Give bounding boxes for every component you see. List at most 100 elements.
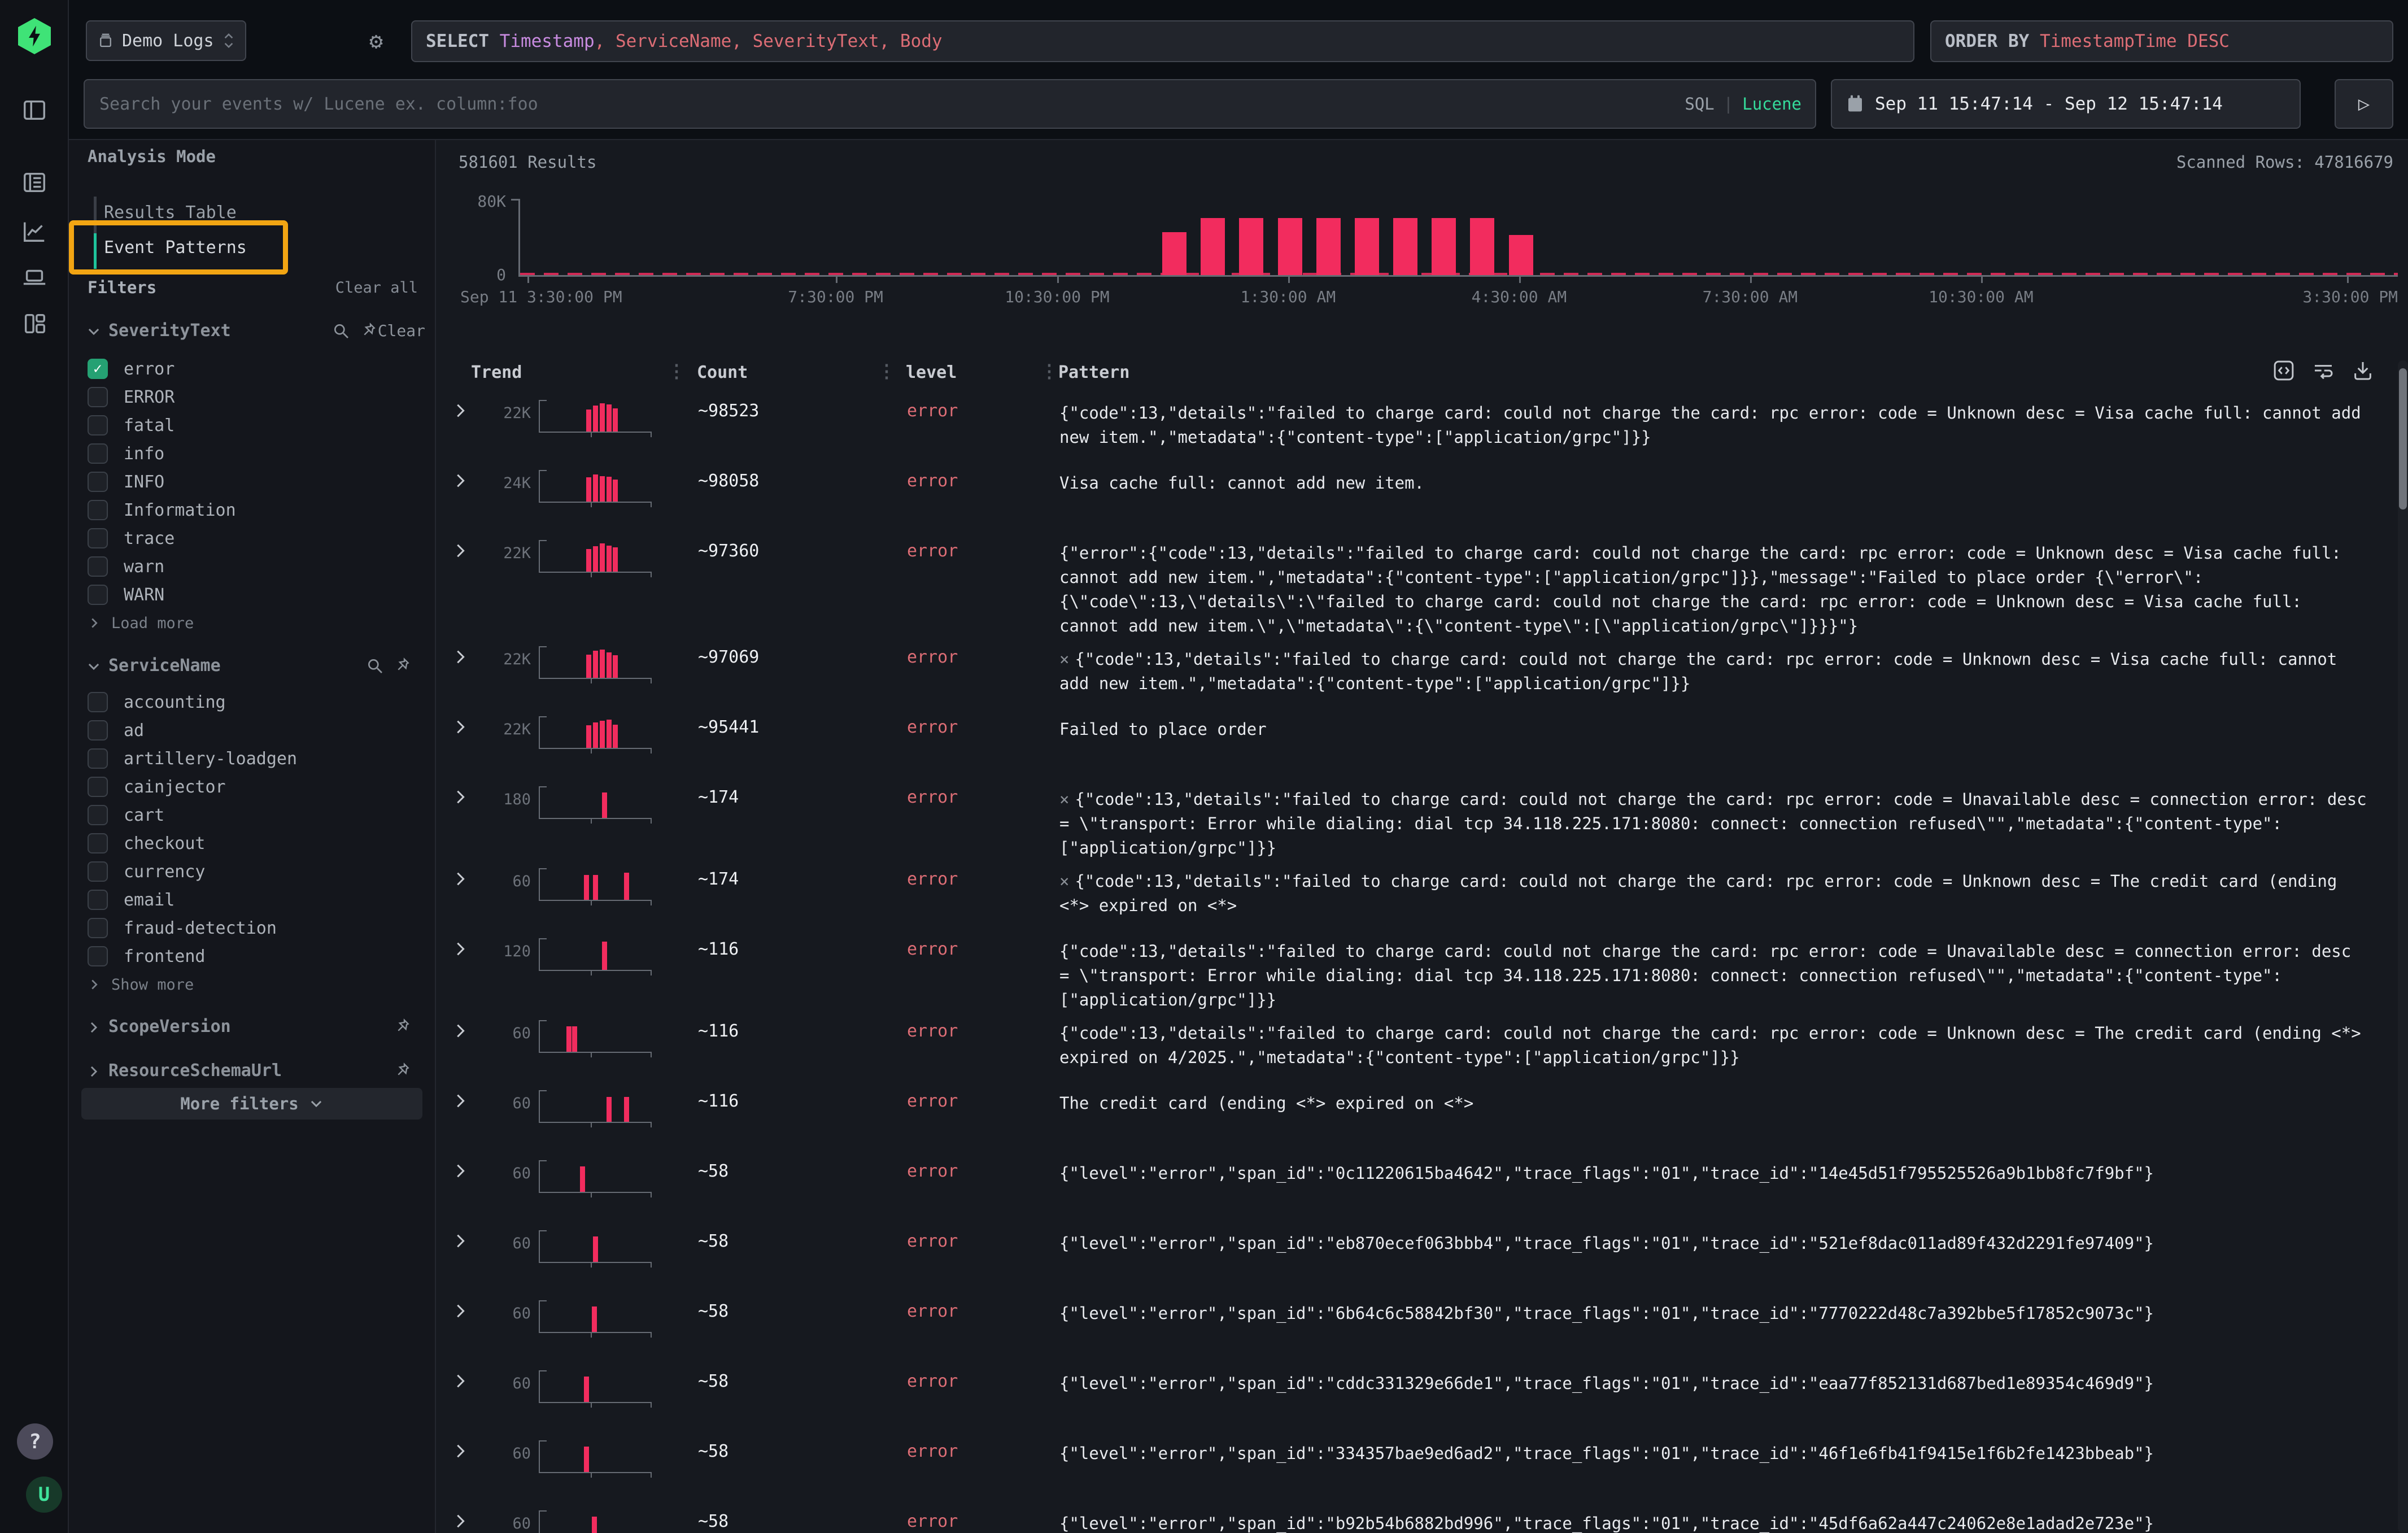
filter-option-cart[interactable]: cart — [68, 801, 435, 829]
row-expand-chevron-icon[interactable] — [437, 467, 477, 489]
row-expand-chevron-icon[interactable] — [437, 1157, 477, 1179]
row-expand-chevron-icon[interactable] — [437, 1087, 477, 1109]
dismiss-pattern-icon[interactable]: × — [1059, 872, 1069, 891]
column-menu-icon[interactable]: ⋮ — [878, 360, 896, 382]
dismiss-pattern-icon[interactable]: × — [1059, 650, 1069, 669]
filter-option-currency[interactable]: currency — [68, 857, 435, 886]
group-clear-button[interactable]: Clear — [378, 321, 425, 340]
event-log-icon[interactable] — [21, 169, 47, 195]
checkbox[interactable] — [88, 415, 108, 435]
toggle-lucene[interactable]: Lucene — [1742, 94, 1801, 114]
histogram-bar[interactable] — [1239, 218, 1263, 275]
row-expand-chevron-icon[interactable] — [437, 783, 477, 805]
checkbox[interactable] — [88, 692, 108, 712]
filter-option-ERROR[interactable]: ERROR — [68, 383, 435, 411]
row-expand-chevron-icon[interactable] — [437, 865, 477, 887]
row-expand-chevron-icon[interactable] — [437, 1017, 477, 1039]
code-view-icon[interactable] — [2272, 359, 2295, 382]
checkbox-checked[interactable]: ✓ — [88, 359, 108, 379]
download-icon[interactable] — [2352, 359, 2374, 382]
checkbox[interactable] — [88, 861, 108, 882]
chevron-down-icon[interactable] — [86, 324, 101, 339]
checkbox[interactable] — [88, 585, 108, 605]
row-expand-chevron-icon[interactable] — [437, 1227, 477, 1249]
histogram-bar[interactable] — [1355, 218, 1379, 275]
chevron-right-icon[interactable] — [86, 1064, 101, 1079]
tab-results-table[interactable]: Results Table — [104, 198, 237, 227]
filter-option-checkout[interactable]: checkout — [68, 829, 435, 857]
checkbox[interactable] — [88, 387, 108, 407]
filter-option-info[interactable]: info — [68, 439, 435, 468]
col-header-count[interactable]: Count — [697, 363, 748, 382]
row-expand-chevron-icon[interactable] — [437, 713, 477, 735]
time-range-picker[interactable]: Sep 11 15:47:14 - Sep 12 15:47:14 — [1831, 79, 2301, 129]
col-header-pattern[interactable]: Pattern — [1058, 363, 1129, 382]
histogram-bar[interactable] — [1278, 218, 1302, 275]
col-header-trend[interactable]: Trend — [471, 363, 522, 382]
search-icon[interactable] — [332, 322, 350, 340]
row-expand-chevron-icon[interactable] — [437, 1507, 477, 1530]
filter-option-cainjector[interactable]: cainjector — [68, 773, 435, 801]
checkbox[interactable] — [88, 946, 108, 966]
filter-option-accounting[interactable]: accounting — [68, 688, 435, 716]
chevron-down-icon[interactable] — [86, 659, 101, 674]
checkbox[interactable] — [88, 443, 108, 464]
load-more-link[interactable]: Show more — [68, 970, 435, 999]
order-by-input[interactable]: ORDER BY TimestampTime DESC — [1930, 20, 2393, 62]
filter-option-email[interactable]: email — [68, 886, 435, 914]
histogram-bar[interactable] — [1162, 232, 1186, 275]
help-button[interactable]: ? — [17, 1423, 53, 1460]
column-menu-icon[interactable]: ⋮ — [1040, 360, 1058, 382]
toggle-sql[interactable]: SQL — [1685, 94, 1714, 114]
group-resourceschemaurl-label[interactable]: ResourceSchemaUrl — [108, 1061, 282, 1081]
row-expand-chevron-icon[interactable] — [437, 1367, 477, 1390]
dashboard-grid-icon[interactable] — [21, 311, 47, 337]
laptop-icon[interactable] — [21, 264, 47, 290]
filter-option-frontend[interactable]: frontend — [68, 942, 435, 970]
filter-option-WARN[interactable]: WARN — [68, 581, 435, 609]
group-scopeversion-label[interactable]: ScopeVersion — [108, 1017, 231, 1036]
filter-option-INFO[interactable]: INFO — [68, 468, 435, 496]
filter-option-fatal[interactable]: fatal — [68, 411, 435, 439]
chart-icon[interactable] — [21, 218, 47, 244]
more-filters-button[interactable]: More filters — [81, 1088, 422, 1120]
pin-icon[interactable] — [395, 657, 413, 675]
row-expand-chevron-icon[interactable] — [437, 397, 477, 419]
column-menu-icon[interactable]: ⋮ — [668, 360, 686, 382]
histogram-bar[interactable] — [1201, 218, 1225, 275]
checkbox[interactable] — [88, 720, 108, 741]
pin-icon[interactable] — [361, 322, 379, 340]
app-logo-icon[interactable] — [18, 18, 51, 54]
sidebar-toggle-icon[interactable] — [21, 97, 47, 123]
filter-option-Information[interactable]: Information — [68, 496, 435, 524]
user-avatar[interactable]: U — [26, 1477, 62, 1513]
checkbox[interactable] — [88, 556, 108, 577]
row-expand-chevron-icon[interactable] — [437, 1437, 477, 1460]
filter-option-fraud-detection[interactable]: fraud-detection — [68, 914, 435, 942]
checkbox[interactable] — [88, 890, 108, 910]
pin-icon[interactable] — [395, 1018, 413, 1036]
row-expand-chevron-icon[interactable] — [437, 537, 477, 559]
histogram-bar[interactable] — [1509, 235, 1533, 275]
row-expand-chevron-icon[interactable] — [437, 935, 477, 957]
clear-all-button[interactable]: Clear all — [335, 279, 418, 297]
histogram-bar[interactable] — [1393, 218, 1417, 275]
run-query-button[interactable]: ▷ — [2335, 79, 2393, 129]
source-selector[interactable]: Demo Logs — [86, 20, 246, 61]
filter-option-trace[interactable]: trace — [68, 524, 435, 552]
gear-icon[interactable]: ⚙ — [369, 29, 393, 53]
checkbox[interactable] — [88, 918, 108, 938]
group-severitytext-label[interactable]: SeverityText — [108, 321, 231, 341]
checkbox[interactable] — [88, 833, 108, 853]
histogram-bar[interactable] — [1470, 218, 1494, 275]
checkbox[interactable] — [88, 472, 108, 492]
results-histogram[interactable]: Sep 11 3:30:00 PM7:30:00 PM10:30:00 PM1:… — [518, 199, 2398, 277]
pin-icon[interactable] — [395, 1062, 413, 1080]
checkbox[interactable] — [88, 500, 108, 520]
col-header-level[interactable]: level — [906, 363, 957, 382]
vertical-scrollbar[interactable] — [2398, 360, 2408, 1533]
filter-option-warn[interactable]: warn — [68, 552, 435, 581]
dismiss-pattern-icon[interactable]: × — [1059, 790, 1069, 809]
histogram-bar[interactable] — [1432, 218, 1456, 275]
checkbox[interactable] — [88, 805, 108, 825]
